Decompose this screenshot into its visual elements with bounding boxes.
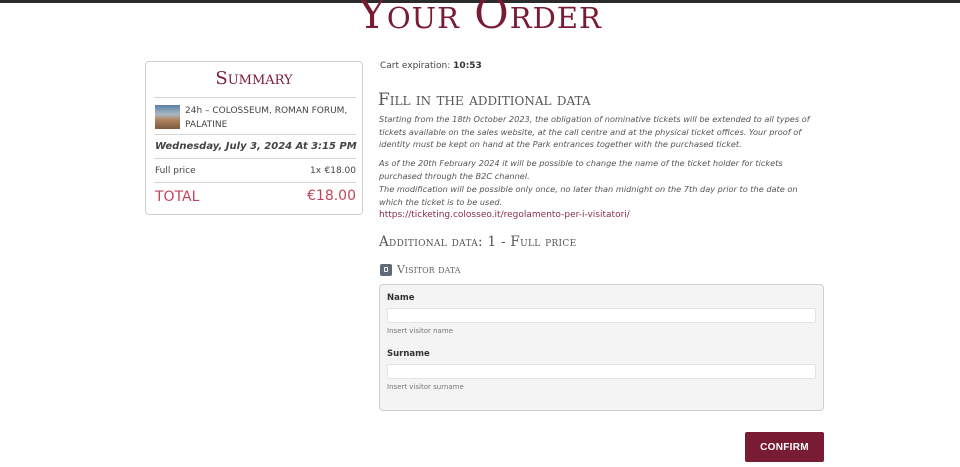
surname-help: Insert visitor surname <box>387 383 464 391</box>
info-paragraph: As of the 20th February 2024 it will be … <box>379 158 783 181</box>
total-value: €18.00 <box>307 188 356 204</box>
divider <box>154 182 356 183</box>
surname-field[interactable] <box>387 364 816 379</box>
info-paragraph: The modification will be possible only o… <box>379 184 798 207</box>
summary-card: Summary 24h – COLOSSEUM, ROMAN FORUM, PA… <box>145 61 363 215</box>
cart-expiration: Cart expiration: 10:53 <box>380 61 482 71</box>
cart-expiration-time: 10:53 <box>453 61 482 71</box>
surname-label: Surname <box>387 349 430 359</box>
total-label: TOTAL <box>155 189 200 205</box>
additional-data-title: Additional data: 1 - Full price <box>379 234 577 250</box>
visitor-data-label: Visitor data <box>397 263 461 276</box>
info-paragraph: Starting from the 18th October 2023, the… <box>379 114 810 149</box>
product-thumbnail <box>155 105 180 129</box>
divider <box>154 158 356 159</box>
divider <box>154 97 356 98</box>
name-label: Name <box>387 293 415 303</box>
confirm-button[interactable]: CONFIRM <box>745 432 824 462</box>
name-help: Insert visitor name <box>387 327 453 335</box>
line-item-qty: 1x <box>310 166 322 176</box>
regulations-link[interactable]: https://ticketing.colosseo.it/regolament… <box>379 210 630 220</box>
cart-expiration-label: Cart expiration: <box>380 61 451 71</box>
page-title: Your Order <box>358 0 602 38</box>
visit-date: Wednesday, July 3, 2024 At 3:15 PM <box>155 141 357 152</box>
product-name: 24h – COLOSSEUM, ROMAN FORUM, PALATINE <box>185 106 348 130</box>
section-title: Fill in the additional data <box>378 90 591 110</box>
summary-title: Summary <box>215 68 293 89</box>
line-item-price: €18.00 <box>324 166 357 176</box>
line-item-label: Full price <box>155 166 196 176</box>
name-field[interactable] <box>387 308 816 323</box>
divider <box>154 134 356 135</box>
visitor-form: Name Insert visitor name Surname Insert … <box>379 284 824 411</box>
id-card-icon <box>380 264 392 276</box>
